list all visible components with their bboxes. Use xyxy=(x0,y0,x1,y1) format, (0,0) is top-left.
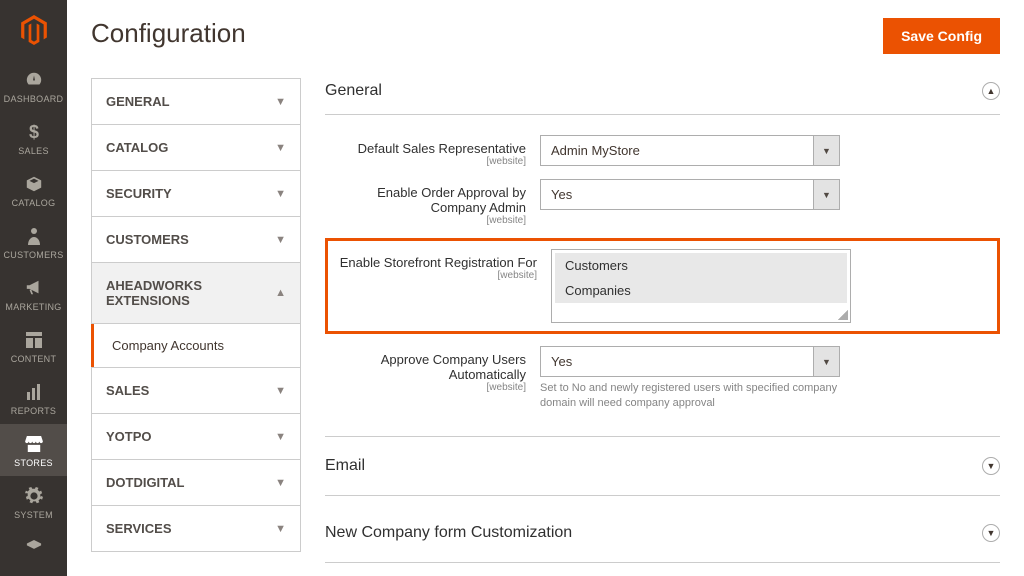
scope-label: [website] xyxy=(325,156,526,167)
person-icon xyxy=(24,226,44,246)
scope-label: [website] xyxy=(336,270,537,281)
gear-icon xyxy=(24,486,44,506)
sidebar-dotdigital[interactable]: DOTDIGITAL▼ xyxy=(91,460,301,506)
box-icon-2 xyxy=(24,538,44,558)
megaphone-icon xyxy=(24,278,44,298)
collapse-icon: ▲ xyxy=(982,82,1000,100)
chevron-down-icon: ▼ xyxy=(275,385,286,397)
config-sidebar: GENERAL▼ CATALOG▼ SECURITY▼ CUSTOMERS▼ A… xyxy=(91,78,301,571)
svg-text:$: $ xyxy=(28,123,38,141)
section-email-head[interactable]: Email ▼ xyxy=(325,436,1000,496)
help-auto-approve: Set to No and newly registered users wit… xyxy=(540,381,840,412)
sidebar-security[interactable]: SECURITY▼ xyxy=(91,171,301,217)
nav-content[interactable]: CONTENT xyxy=(0,320,67,372)
expand-icon: ▼ xyxy=(982,524,1000,542)
field-default-sales-rep: Default Sales Representative [website] A… xyxy=(325,129,1000,173)
nav-marketing[interactable]: MARKETING xyxy=(0,268,67,320)
expand-icon: ▼ xyxy=(982,457,1000,475)
field-storefront-registration: Enable Storefront Registration For [webs… xyxy=(336,249,989,323)
resize-handle[interactable] xyxy=(838,310,848,320)
chevron-down-icon: ▼ xyxy=(275,142,286,154)
save-config-button[interactable]: Save Config xyxy=(883,18,1000,54)
field-order-approval: Enable Order Approval by Company Admin [… xyxy=(325,173,1000,232)
label-default-sales-rep: Default Sales Representative xyxy=(358,141,526,156)
label-auto-approve: Approve Company Users Automatically xyxy=(381,352,526,382)
sidebar-general[interactable]: GENERAL▼ xyxy=(91,78,301,125)
chevron-down-icon: ▼ xyxy=(813,347,839,376)
nav-catalog[interactable]: CATALOG xyxy=(0,164,67,216)
field-auto-approve: Approve Company Users Automatically [web… xyxy=(325,340,1000,418)
select-order-approval[interactable]: Yes ▼ xyxy=(540,179,840,210)
sidebar-aheadworks[interactable]: AHEADWORKS EXTENSIONS▲ xyxy=(91,263,301,324)
sidebar-customers[interactable]: CUSTOMERS▼ xyxy=(91,217,301,263)
layout-icon xyxy=(24,330,44,350)
highlighted-field: Enable Storefront Registration For [webs… xyxy=(325,238,1000,334)
dollar-icon: $ xyxy=(24,122,44,142)
select-auto-approve[interactable]: Yes ▼ xyxy=(540,346,840,377)
scope-label: [website] xyxy=(325,215,526,226)
nav-dashboard[interactable]: DASHBOARD xyxy=(0,60,67,112)
chevron-down-icon: ▼ xyxy=(275,477,286,489)
nav-system[interactable]: SYSTEM xyxy=(0,476,67,528)
select-default-sales-rep[interactable]: Admin MyStore ▼ xyxy=(540,135,840,166)
chevron-down-icon: ▼ xyxy=(275,234,286,246)
section-new-company-form-head[interactable]: New Company form Customization ▼ xyxy=(325,504,1000,563)
admin-nav-rail: DASHBOARD $ SALES CATALOG CUSTOMERS MARK… xyxy=(0,0,67,576)
nav-reports[interactable]: REPORTS xyxy=(0,372,67,424)
page-title: Configuration xyxy=(91,18,246,49)
nav-find-partners[interactable] xyxy=(0,528,67,570)
scope-label: [website] xyxy=(325,382,526,393)
sidebar-services[interactable]: SERVICES▼ xyxy=(91,506,301,552)
chevron-down-icon: ▼ xyxy=(275,523,286,535)
magento-logo[interactable] xyxy=(0,0,67,60)
option-companies[interactable]: Companies xyxy=(555,278,847,303)
chevron-up-icon: ▲ xyxy=(275,287,286,299)
label-order-approval: Enable Order Approval by Company Admin xyxy=(377,185,526,215)
dashboard-icon xyxy=(24,70,44,90)
store-icon xyxy=(24,434,44,454)
chevron-down-icon: ▼ xyxy=(813,136,839,165)
chevron-down-icon: ▼ xyxy=(813,180,839,209)
nav-sales[interactable]: $ SALES xyxy=(0,112,67,164)
label-storefront-registration: Enable Storefront Registration For xyxy=(340,255,537,270)
nav-stores[interactable]: STORES xyxy=(0,424,67,476)
section-general-head[interactable]: General ▲ xyxy=(325,78,1000,115)
chevron-down-icon: ▼ xyxy=(275,188,286,200)
box-icon xyxy=(24,174,44,194)
nav-customers[interactable]: CUSTOMERS xyxy=(0,216,67,268)
chevron-down-icon: ▼ xyxy=(275,431,286,443)
config-panel: General ▲ Default Sales Representative [… xyxy=(325,78,1000,571)
chevron-down-icon: ▼ xyxy=(275,96,286,108)
bar-chart-icon xyxy=(24,382,44,402)
option-customers[interactable]: Customers xyxy=(555,253,847,278)
sidebar-catalog[interactable]: CATALOG▼ xyxy=(91,125,301,171)
multiselect-storefront-registration[interactable]: Customers Companies xyxy=(551,249,851,323)
sidebar-company-accounts[interactable]: Company Accounts xyxy=(91,324,300,367)
sidebar-yotpo[interactable]: YOTPO▼ xyxy=(91,414,301,460)
sidebar-sales[interactable]: SALES▼ xyxy=(91,368,301,414)
